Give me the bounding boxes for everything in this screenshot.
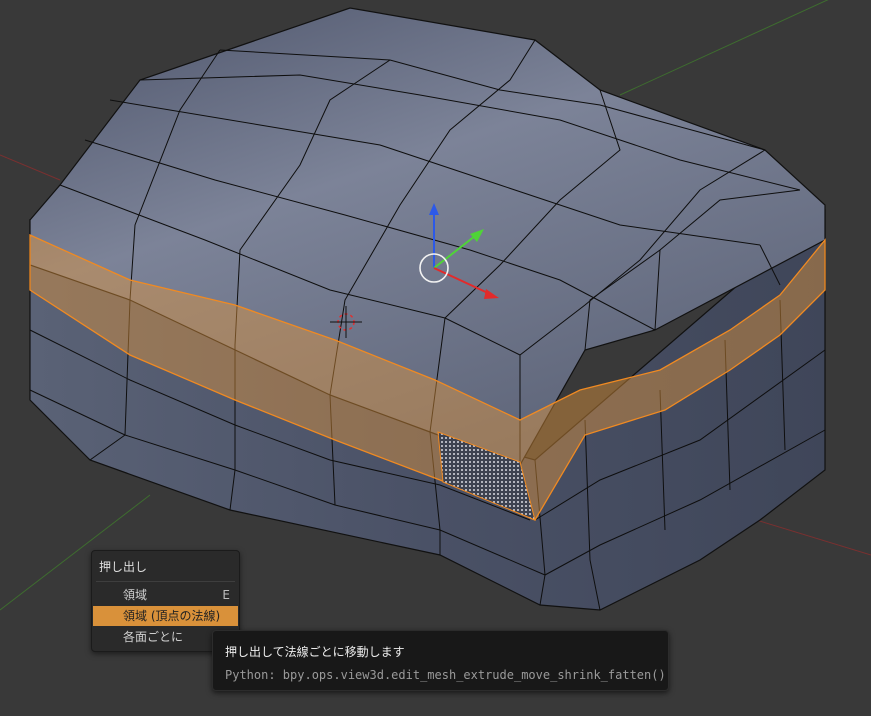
menu-title: 押し出し — [99, 560, 148, 574]
menu-item-region-vertex-normals[interactable]: 領域 (頂点の法線) — [93, 606, 238, 626]
menu-separator — [96, 581, 235, 582]
tooltip: 押し出して法線ごとに移動します Python: bpy.ops.view3d.e… — [212, 630, 669, 691]
menu-item-label: 領域 (頂点の法線) — [123, 609, 221, 623]
menu-item-label: 領域 — [123, 588, 148, 602]
mesh-object[interactable] — [29, 7, 826, 611]
menu-item-label: 各面ごとに — [123, 630, 184, 644]
menu-item-region[interactable]: 領域 E — [93, 585, 238, 605]
menu-item-shortcut: E — [222, 588, 230, 602]
tooltip-title: 押し出して法線ごとに移動します — [225, 645, 405, 659]
tooltip-python: Python: bpy.ops.view3d.edit_mesh_extrude… — [225, 668, 666, 682]
